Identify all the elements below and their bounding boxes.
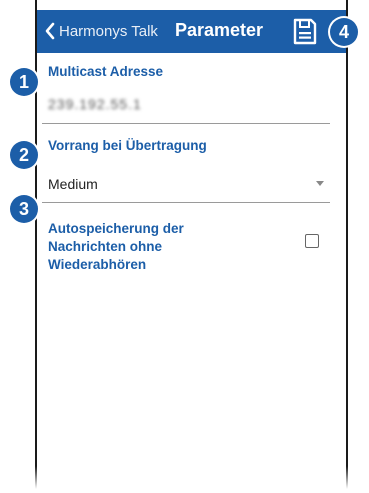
callout-badge-1: 1 bbox=[10, 68, 38, 96]
priority-underline bbox=[42, 202, 330, 203]
page-title: Parameter bbox=[175, 20, 264, 40]
multicast-address-input[interactable]: 239.192.55.1 bbox=[48, 96, 142, 112]
multicast-underline bbox=[42, 123, 330, 124]
chevron-left-icon bbox=[45, 22, 55, 40]
autosave-label-line3: Wiederabhören bbox=[48, 257, 147, 272]
back-label: Harmonys Talk bbox=[59, 22, 158, 40]
autosave-checkbox[interactable] bbox=[305, 234, 319, 248]
callout-badge-4: 4 bbox=[330, 18, 358, 46]
callout-badge-2: 2 bbox=[10, 141, 38, 169]
priority-select[interactable]: Medium bbox=[48, 176, 98, 192]
app-header: Harmonys Talk Parameter bbox=[37, 10, 346, 53]
multicast-label: Multicast Adresse bbox=[48, 64, 164, 79]
autosave-label-line1: Autospeicherung der bbox=[48, 221, 184, 236]
save-button[interactable] bbox=[293, 18, 317, 45]
back-button[interactable]: Harmonys Talk bbox=[45, 19, 158, 43]
priority-label: Vorrang bei Übertragung bbox=[48, 138, 207, 153]
floppy-disk-icon bbox=[293, 18, 317, 45]
autosave-label-line2: Nachrichten ohne bbox=[48, 239, 163, 254]
bottom-fade bbox=[33, 466, 352, 493]
callout-badge-3: 3 bbox=[10, 195, 38, 223]
chevron-down-icon[interactable] bbox=[316, 181, 324, 186]
